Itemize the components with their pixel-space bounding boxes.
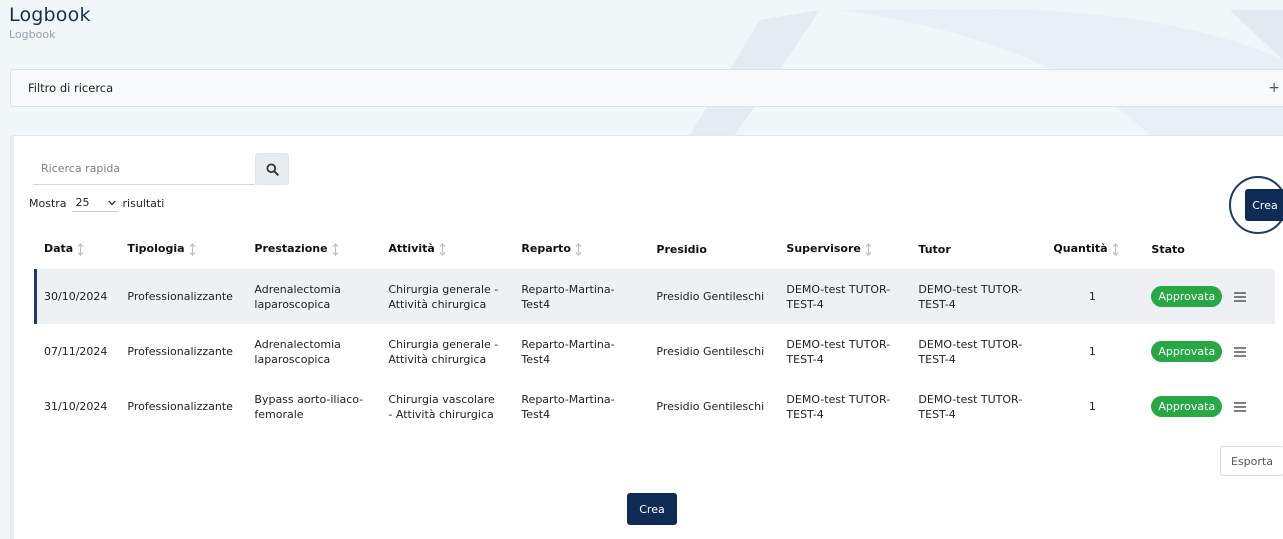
table-row[interactable]: 30/10/2024 Professionalizzante Adrenalec… [34,269,1276,324]
page-size-suffix: risultati [122,196,165,210]
page-size-prefix: Mostra [29,196,67,210]
page-size-select[interactable]: 25 [71,194,118,212]
breadcrumb: Logbook [9,28,56,41]
create-button-highlight: Crea [1229,176,1283,234]
page-size-control: Mostra 25 risultati [29,194,164,212]
search-icon [265,162,279,176]
cell-tipologia: Professionalizzante [117,269,245,324]
search-button[interactable] [255,153,289,185]
cell-stato: Approvata [1141,324,1275,379]
sort-icon [575,242,582,256]
logbook-card: Mostra 25 risultati Crea Data Tipologia … [10,135,1283,539]
sort-icon [189,242,195,256]
table-header-row: Data Tipologia Prestazione Attività Repa… [34,229,1275,269]
cell-supervisore: DEMO-test TUTOR-TEST-4 [786,337,891,366]
table-row[interactable]: 07/11/2024 Professionalizzante Adrenalec… [34,324,1275,379]
cell-supervisore: DEMO-test TUTOR-TEST-4 [786,392,891,421]
cell-presidio: Presidio Gentileschi [656,400,765,413]
sort-icon [865,242,872,256]
column-header-reparto[interactable]: Reparto [511,229,646,269]
cell-tutor: DEMO-test TUTOR-TEST-4 [918,337,1023,366]
filter-label: Filtro di ricerca [28,81,114,95]
sort-icon [332,242,339,256]
sort-icon [77,242,84,256]
cell-quantita: 1 [1043,269,1142,324]
search-filter-panel[interactable]: Filtro di ricerca + [10,69,1283,107]
page-header: Logbook Logbook [9,4,91,41]
quick-search-input[interactable] [33,153,255,185]
menu-icon[interactable] [1234,292,1247,302]
cell-attivita: Chirurgia vascolare - Attività chirurgic… [388,392,495,421]
cell-data: 30/10/2024 [34,269,118,324]
column-header-supervisore[interactable]: Supervisore [776,229,908,269]
column-header-presidio: Presidio [656,242,707,256]
sort-icon [1112,242,1118,256]
cell-prestazione: Bypass aorto-iliaco-femorale [254,392,364,421]
cell-data: 31/10/2024 [44,400,108,413]
cell-presidio: Presidio Gentileschi [656,345,765,358]
logbook-table: Data Tipologia Prestazione Attività Repa… [34,229,1276,434]
cell-supervisore: DEMO-test TUTOR-TEST-4 [776,269,909,324]
page-size-value: 25 [75,196,90,209]
menu-icon[interactable] [1234,402,1247,412]
cell-attivita: Chirurgia generale - Attività chirurgica [388,337,499,366]
column-header-attivita[interactable]: Attività [378,229,511,269]
column-header-prestazione[interactable]: Prestazione [244,229,378,269]
column-header-tipologia[interactable]: Tipologia [117,229,244,269]
sort-icon [439,242,446,256]
cell-reparto: Reparto-Martina-Test4 [521,392,615,421]
create-button-top[interactable]: Crea [1245,189,1283,221]
export-button[interactable]: Esporta [1220,446,1283,476]
page-title: Logbook [9,4,91,26]
column-header-stato: Stato [1151,242,1185,256]
status-badge: Approvata [1151,286,1223,307]
cell-data: 07/11/2024 [44,345,108,358]
cell-tipologia: Professionalizzante [127,400,233,413]
cell-tipologia: Professionalizzante [127,345,233,358]
plus-icon[interactable]: + [1268,80,1280,96]
create-button-bottom[interactable]: Crea [627,493,677,525]
cell-stato: Approvata [1141,269,1276,324]
card-left-strip [11,136,14,539]
column-header-data[interactable]: Data [34,229,117,269]
cell-tutor: DEMO-test TUTOR-TEST-4 [908,269,1044,324]
cell-tutor: DEMO-test TUTOR-TEST-4 [918,392,1023,421]
cell-quantita: 1 [1088,345,1096,358]
chevron-down-icon [107,200,116,205]
cell-reparto: Reparto-Martina-Test4 [521,337,615,366]
cell-prestazione: Adrenalectomia laparoscopica [254,337,341,366]
cell-quantita: 1 [1088,400,1096,413]
status-badge: Approvata [1151,341,1223,362]
cell-reparto: Reparto-Martina-Test4 [511,269,647,324]
cell-prestazione: Adrenalectomia laparoscopica [244,269,379,324]
cell-stato: Approvata [1141,379,1275,434]
cell-presidio: Presidio Gentileschi [646,269,777,324]
column-header-quantita[interactable]: Quantità [1043,229,1141,269]
cell-attivita: Chirurgia generale - Attività chirurgica [378,269,512,324]
menu-icon[interactable] [1234,347,1247,357]
quick-search [33,153,289,185]
column-header-tutor: Tutor [918,242,951,256]
status-badge: Approvata [1151,396,1223,417]
table-row[interactable]: 31/10/2024 Professionalizzante Bypass ao… [34,379,1275,434]
